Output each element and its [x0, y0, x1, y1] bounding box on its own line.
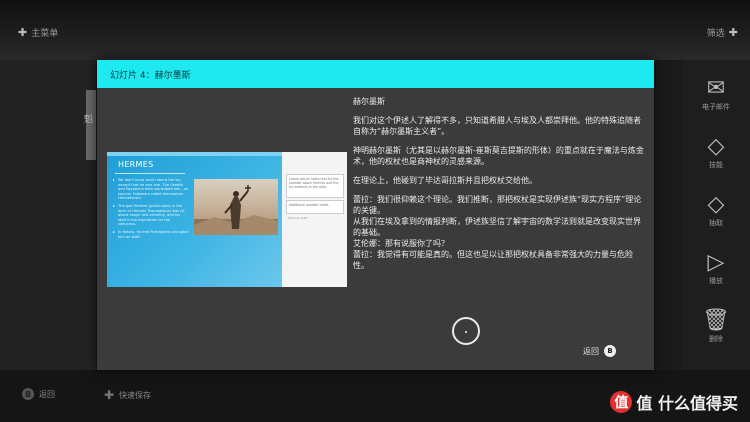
b-button-icon: B — [22, 388, 34, 400]
side-menu-label: 播放 — [709, 277, 723, 285]
diamond-icon: ◇ — [707, 192, 725, 217]
main-menu-label: 主菜单 — [31, 29, 59, 39]
background-side-menu: ✉ 电子邮件 ◇ 技能 ◇ 抽取 ▷ 播放 🗑 删除 — [682, 60, 750, 370]
background-thumb-label: 魁 — [84, 115, 94, 125]
watermark-logo-icon: 值 — [610, 391, 633, 413]
play-icon: ▷ — [707, 250, 725, 275]
notes-text: - Hermes staff — [286, 216, 308, 220]
background-left-panel: 魁 — [0, 60, 96, 370]
background-top-bar — [0, 0, 750, 60]
dpad-plus-icon: ✚ — [104, 388, 115, 402]
background-back-label: 返回 — [39, 389, 55, 399]
watermark-text: 值 什么值得买 — [636, 394, 738, 413]
description-paragraph: 在理论上，他碰到了毕达哥拉斯并且把权杖交给他。 — [353, 176, 537, 185]
side-menu-delete[interactable]: 🗑 删除 — [682, 308, 750, 344]
slide-content: HERMES We don't know much about the Isu,… — [107, 152, 282, 287]
trash-icon: 🗑 — [702, 308, 730, 333]
slide-notes-panel: Lorem ipsum notes text for the speaker a… — [282, 152, 347, 287]
cursor-ring-icon[interactable] — [452, 317, 480, 345]
main-menu-hint[interactable]: ✚ 主菜单 — [18, 26, 58, 39]
dialogue-line: 蕾拉：我们很仰赖这个理论。我们推断，那把权杖是实现伊述族“现实方程序”理论的关键… — [353, 195, 642, 215]
dialogue-line: 蕾拉：我觉得有可能是真的。但这也足以让那把权杖具备非常强大的力量与危险性。 — [353, 250, 633, 270]
slide-divider — [115, 173, 185, 174]
back-label: 返回 — [583, 346, 599, 356]
side-menu-skill[interactable]: ◇ 技能 — [682, 134, 750, 170]
side-menu-label: 抽取 — [709, 219, 723, 227]
filter-label: 筛选 — [706, 29, 725, 39]
dpad-plus-icon: ✚ — [728, 26, 738, 39]
quick-save-label: 快速保存 — [119, 390, 152, 400]
cursor-dot — [465, 331, 467, 333]
dialog-header: 幻灯片 4：赫尔墨斯 — [97, 60, 654, 88]
b-button-icon: B — [604, 345, 616, 357]
slide-bullets: We don't know much about the Isu, except… — [113, 178, 189, 242]
watermark: 值 值 什么值得买 — [610, 390, 738, 414]
hermes-statue-image — [194, 179, 278, 235]
notes-text: Additional speaker notes. — [289, 203, 330, 207]
slide-preview: HERMES We don't know much about the Isu,… — [107, 152, 347, 287]
dialogue-line: 艾伦娜：那有说服你了吗？ — [353, 239, 449, 248]
filter-hint[interactable]: 筛选 ✚ — [707, 26, 738, 39]
dpad-plus-icon: ✚ — [18, 26, 28, 39]
description-heading: 赫尔墨斯 — [353, 97, 385, 106]
notes-box: Lorem ipsum notes text for the speaker a… — [286, 174, 344, 198]
slide-bullet: We don't know much about the Isu, except… — [113, 178, 189, 201]
back-button[interactable]: 返回 B — [583, 345, 616, 357]
slide-dialog: 幻灯片 4：赫尔墨斯 HERMES We don't know much abo… — [97, 60, 654, 370]
description-paragraph: 神明赫尔墨斯（尤其是以赫尔墨斯-崔斯莫吉提斯的形体）的重点就在于魔法与炼金术，他… — [353, 146, 644, 166]
quick-save-button[interactable]: ✚ 快速保存 — [104, 388, 151, 402]
email-icon: ✉ — [706, 76, 726, 101]
slide-title: HERMES — [118, 160, 154, 169]
side-menu-label: 技能 — [709, 161, 723, 169]
slide-bullet: In theory, he met Pythagoras and gave hi… — [113, 230, 189, 239]
dialog-title: 幻灯片 4：赫尔墨斯 — [110, 70, 191, 81]
slide-top-strip — [107, 152, 282, 156]
statue-figure-icon — [194, 185, 278, 235]
background-thumbnail — [86, 90, 96, 160]
notes-text: Lorem ipsum notes text for the speaker a… — [289, 177, 339, 189]
diamond-icon: ◇ — [707, 134, 725, 159]
description-paragraph: 我们对这个伊述人了解得不多，只知道希腊人与埃及人都崇拜他。他的特殊追随者自称为“… — [353, 116, 641, 136]
slide-bullet: The god Hermes (particularly in the form… — [113, 204, 189, 227]
side-menu-label: 电子邮件 — [702, 103, 730, 111]
slide-description: 赫尔墨斯 我们对这个伊述人了解得不多，只知道希腊人与埃及人都崇拜他。他的特殊追随… — [353, 96, 645, 271]
side-menu-email[interactable]: ✉ 电子邮件 — [682, 76, 750, 112]
dialogue-line: 从我们在埃及拿到的情报判断，伊述族坚信了解宇宙的数学法则就是改变现实世界的基础。 — [353, 217, 641, 237]
side-menu-label: 删除 — [709, 335, 723, 343]
background-back-button[interactable]: B 返回 — [22, 388, 55, 400]
side-menu-extract[interactable]: ◇ 抽取 — [682, 192, 750, 228]
notes-box: Additional speaker notes. — [286, 200, 344, 214]
side-menu-play[interactable]: ▷ 播放 — [682, 250, 750, 286]
